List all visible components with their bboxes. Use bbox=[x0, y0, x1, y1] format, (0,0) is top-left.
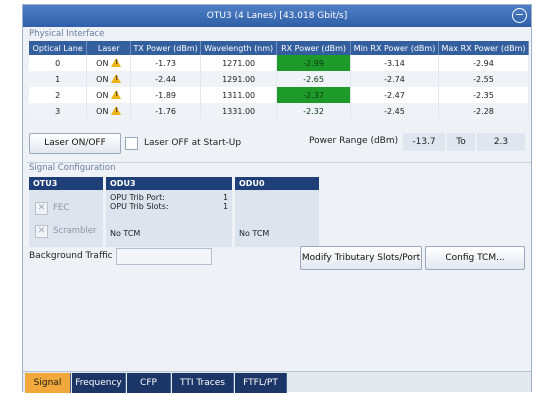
min-rx-power-cell: -3.14 bbox=[350, 55, 439, 71]
tx-power-cell: -2.44 bbox=[130, 71, 202, 87]
column-header-tx-power: TX Power (dBm) bbox=[130, 41, 202, 55]
laser-state: ON bbox=[96, 91, 109, 100]
lane-cell: 1 bbox=[29, 71, 88, 87]
min-rx-power-cell: -2.74 bbox=[350, 71, 439, 87]
odu3-header: ODU3 bbox=[106, 177, 232, 190]
opu-trib-port-label: OPU Trib Port: bbox=[110, 193, 165, 202]
otu3-header: OTU3 bbox=[29, 177, 103, 190]
odu3-tcm-status: No TCM bbox=[110, 229, 141, 238]
column-header-min-rx-power: Min RX Power (dBm) bbox=[350, 41, 439, 55]
max-rx-power-cell: -2.35 bbox=[438, 87, 530, 103]
power-range-min: -13.7 bbox=[403, 133, 445, 151]
tab-tti-traces[interactable]: TTI Traces bbox=[172, 373, 234, 393]
laser-cell: ON bbox=[86, 87, 132, 103]
modify-tributary-slots-port-button[interactable]: Modify Tributary Slots/Port bbox=[300, 246, 422, 270]
laser-on-off-button[interactable]: Laser ON/OFF bbox=[29, 133, 121, 154]
fec-label: FEC bbox=[53, 203, 70, 213]
signal-configuration-label: Signal Configuration bbox=[29, 163, 116, 173]
physical-interface-table: Optical Lane Laser TX Power (dBm) Wavele… bbox=[29, 41, 530, 119]
rx-power-cell: -2.99 bbox=[276, 55, 352, 71]
table-row: 1 ON -2.44 1291.00 -2.65 -2.74 -2.55 bbox=[29, 71, 530, 87]
column-header-laser: Laser bbox=[86, 41, 132, 55]
warning-icon bbox=[111, 90, 122, 99]
otu3-window: OTU3 (4 Lanes) [43.018 Gbit/s] − Physica… bbox=[22, 4, 532, 393]
tx-power-cell: -1.76 bbox=[130, 103, 202, 119]
opu-trib-slots-value: 1 bbox=[223, 202, 229, 211]
odu0-tcm-status: No TCM bbox=[239, 229, 270, 238]
lane-cell: 2 bbox=[29, 87, 88, 103]
rx-power-cell: -2.37 bbox=[276, 87, 352, 103]
laser-cell: ON bbox=[86, 55, 132, 71]
power-range-max: 2.3 bbox=[477, 133, 525, 151]
table-header-row: Optical Lane Laser TX Power (dBm) Wavele… bbox=[29, 41, 530, 55]
tx-power-cell: -1.73 bbox=[130, 55, 202, 71]
physical-interface-label: Physical Interface bbox=[29, 29, 105, 39]
opu-trib-slots-label: OPU Trib Slots: bbox=[110, 202, 169, 211]
table-row: 2 ON -1.89 1311.00 -2.37 -2.47 -2.35 bbox=[29, 87, 530, 103]
lane-cell: 0 bbox=[29, 55, 88, 71]
column-header-rx-power: RX Power (dBm) bbox=[276, 41, 352, 55]
laser-cell: ON bbox=[86, 71, 132, 87]
wavelength-cell: 1311.00 bbox=[200, 87, 278, 103]
odu0-header: ODU0 bbox=[235, 177, 319, 190]
tab-bar: Signal Frequency CFP TTI Traces FTFL/PT bbox=[23, 371, 531, 393]
power-range-label: Power Range (dBm) bbox=[309, 136, 399, 146]
rx-power-cell: -2.32 bbox=[276, 103, 352, 119]
window-titlebar: OTU3 (4 Lanes) [43.018 Gbit/s] − bbox=[23, 5, 531, 27]
wavelength-cell: 1271.00 bbox=[200, 55, 278, 71]
table-row: 3 ON -1.76 1331.00 -2.32 -2.45 -2.28 bbox=[29, 103, 530, 119]
table-row: 0 ON -1.73 1271.00 -2.99 -3.14 -2.94 bbox=[29, 55, 530, 71]
tab-frequency[interactable]: Frequency bbox=[72, 373, 126, 393]
scrambler-checkbox[interactable]: ✕ bbox=[35, 225, 48, 238]
laser-state: ON bbox=[96, 107, 109, 116]
warning-icon bbox=[111, 74, 122, 83]
wavelength-cell: 1291.00 bbox=[200, 71, 278, 87]
max-rx-power-cell: -2.94 bbox=[438, 55, 530, 71]
background-traffic-label: Background Traffic bbox=[29, 251, 113, 261]
laser-off-startup-checkbox[interactable] bbox=[125, 137, 138, 150]
warning-icon bbox=[111, 106, 122, 115]
rx-power-cell: -2.65 bbox=[276, 71, 352, 87]
column-header-max-rx-power: Max RX Power (dBm) bbox=[438, 41, 530, 55]
column-header-optical-lane: Optical Lane bbox=[29, 41, 88, 55]
laser-state: ON bbox=[96, 59, 109, 68]
min-rx-power-cell: -2.47 bbox=[350, 87, 439, 103]
laser-state: ON bbox=[96, 75, 109, 84]
window-title: OTU3 (4 Lanes) [43.018 Gbit/s] bbox=[206, 11, 348, 21]
tab-ftfl-pt[interactable]: FTFL/PT bbox=[235, 373, 287, 393]
collapse-icon[interactable]: − bbox=[512, 8, 527, 23]
warning-icon bbox=[111, 58, 122, 67]
laser-cell: ON bbox=[86, 103, 132, 119]
background-traffic-field[interactable] bbox=[116, 248, 212, 265]
wavelength-cell: 1331.00 bbox=[200, 103, 278, 119]
laser-off-startup-label: Laser OFF at Start-Up bbox=[144, 138, 242, 148]
scrambler-label: Scrambler bbox=[53, 226, 97, 236]
opu-trib-port-value: 1 bbox=[223, 193, 229, 202]
tab-cfp[interactable]: CFP bbox=[127, 373, 171, 393]
fec-checkbox[interactable]: ✕ bbox=[35, 202, 48, 215]
max-rx-power-cell: -2.55 bbox=[438, 71, 530, 87]
column-header-wavelength: Wavelength (nm) bbox=[200, 41, 278, 55]
max-rx-power-cell: -2.28 bbox=[438, 103, 530, 119]
config-tcm-button[interactable]: Config TCM... bbox=[425, 246, 525, 270]
tab-signal[interactable]: Signal bbox=[25, 373, 71, 393]
tx-power-cell: -1.89 bbox=[130, 87, 202, 103]
min-rx-power-cell: -2.45 bbox=[350, 103, 439, 119]
power-range-to: To bbox=[447, 133, 475, 151]
lane-cell: 3 bbox=[29, 103, 88, 119]
